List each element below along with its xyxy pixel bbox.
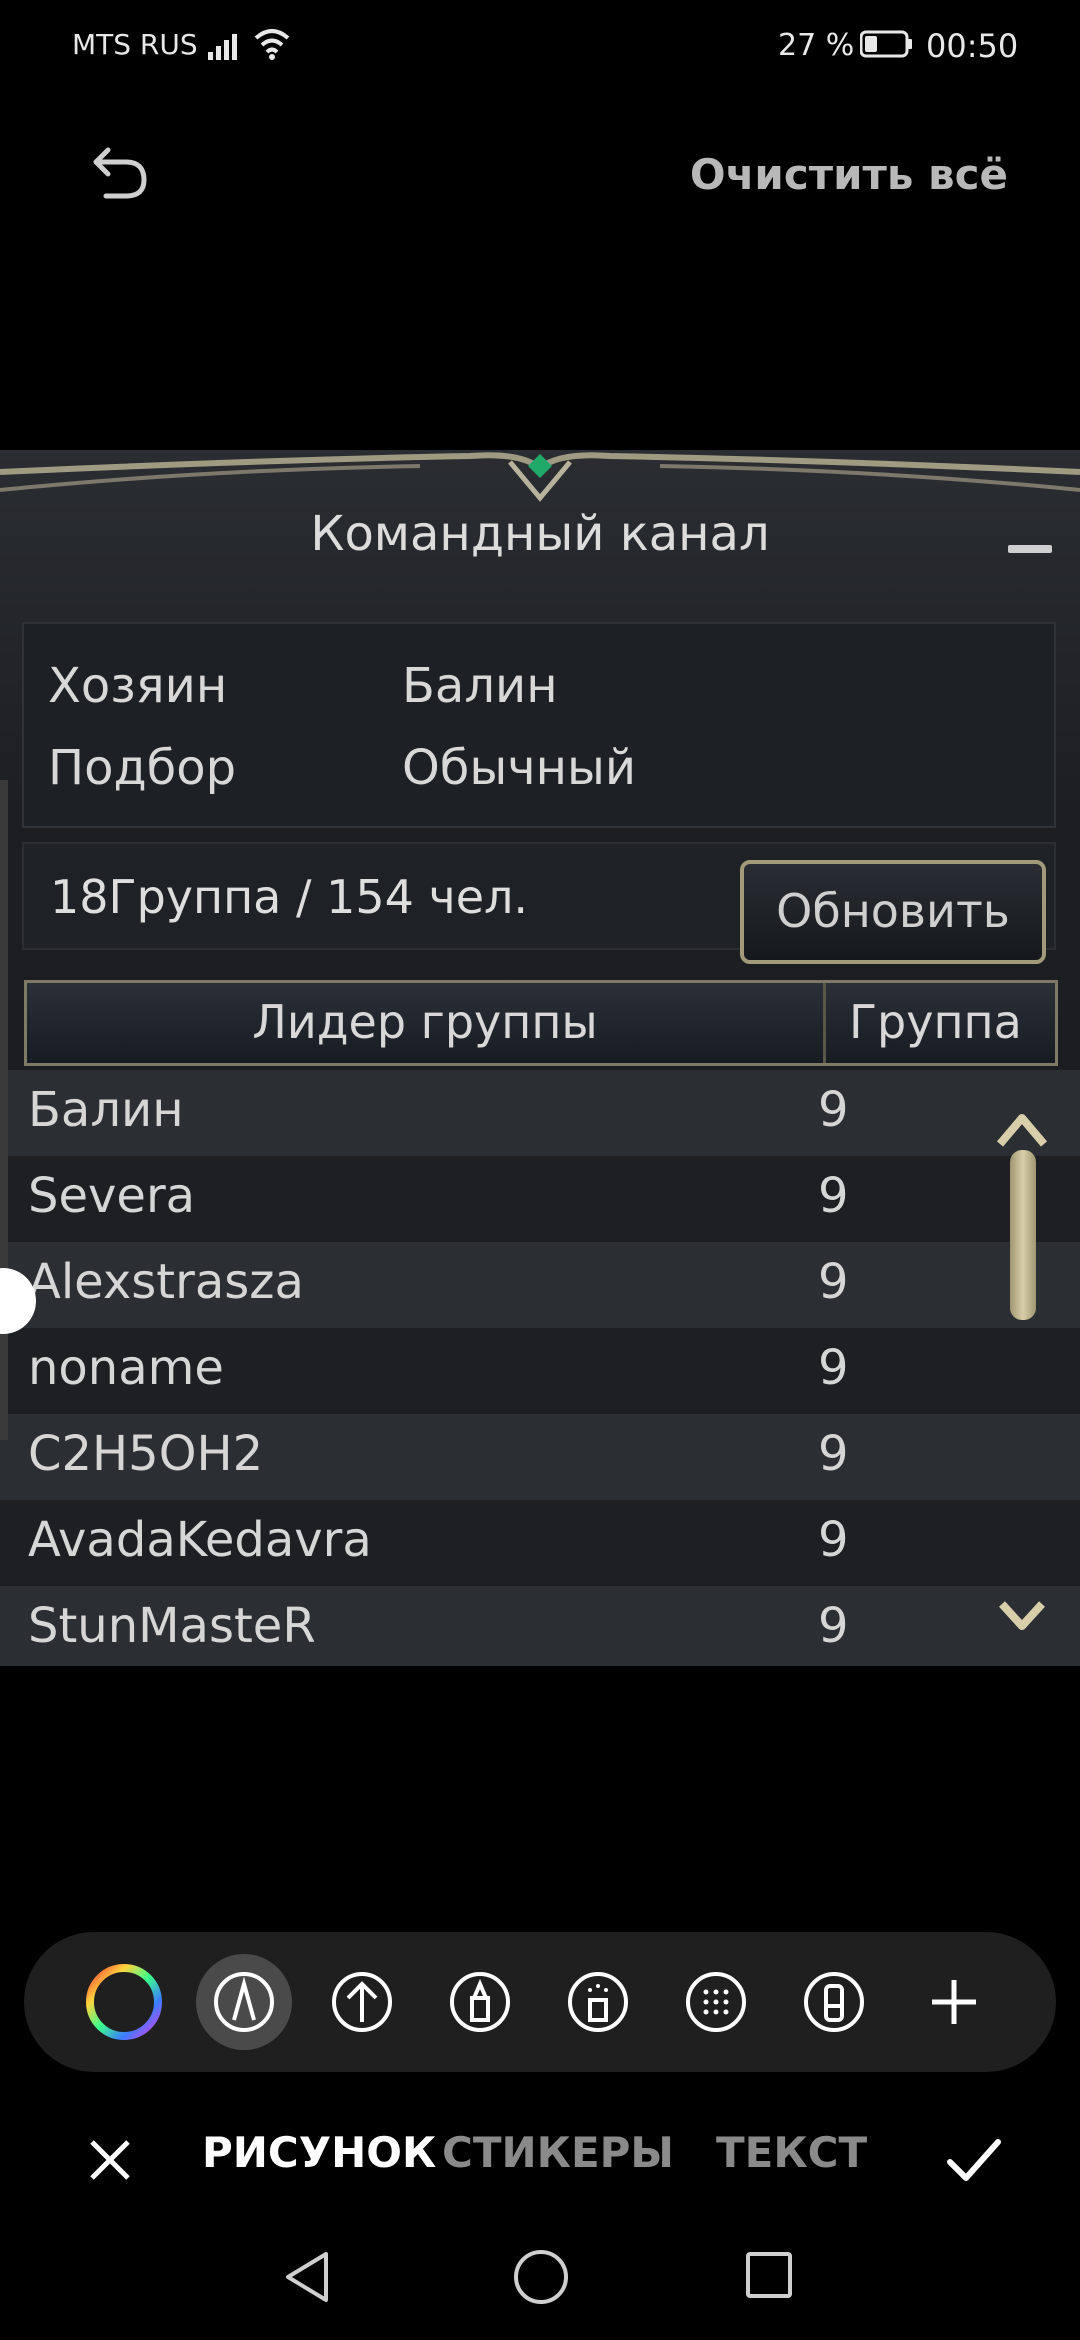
group-number: 9 [818,1254,849,1310]
checkmark-icon[interactable] [944,2134,1004,2186]
loot-value: Обычный [402,740,637,796]
channel-info-box: Хозяин Балин Подбор Обычный [22,622,1056,828]
color-wheel-icon[interactable] [76,1954,172,2050]
group-number: 9 [818,1340,849,1396]
battery-icon [860,30,912,58]
group-count-text: 18Группа / 154 чел. [50,870,529,924]
eraser-icon[interactable] [786,1954,882,2050]
carrier-name: MTS RUS [72,28,198,61]
tab-text[interactable]: ТЕКСТ [716,2128,867,2177]
owner-value: Балин [402,658,558,714]
leader-name: Severa [28,1168,196,1224]
pen-tool-active[interactable] [196,1954,292,2050]
back-icon[interactable] [282,2250,332,2304]
table-row[interactable]: noname 9 [0,1328,1080,1414]
recent-apps-icon[interactable] [746,2252,792,2298]
table-row[interactable]: Балин 9 [0,1070,1080,1156]
status-bar: MTS RUS 27 % 00:50 [0,0,1080,92]
group-number: 9 [818,1426,849,1482]
leader-name: Alexstrasza [28,1254,304,1310]
table-header: Лидер группы Группа [24,980,1058,1066]
pen-icon [214,1972,274,2032]
loot-label: Подбор [48,740,237,796]
drawing-toolbar [24,1932,1056,2072]
arrow-up-icon[interactable] [314,1954,410,2050]
refresh-button[interactable]: Обновить [740,860,1046,964]
table-row[interactable]: Alexstrasza 9 [0,1242,1080,1328]
table-row[interactable]: Severa 9 [0,1156,1080,1242]
battery-percent: 27 % [778,28,855,63]
group-number: 9 [818,1168,849,1224]
tab-stickers[interactable]: СТИКЕРЫ [442,2128,674,2177]
marker-icon[interactable] [432,1954,528,2050]
column-divider [823,983,826,1063]
home-icon[interactable] [514,2250,568,2304]
owner-label: Хозяин [48,658,228,714]
close-icon[interactable] [84,2134,136,2186]
ornament-decoration [0,452,1080,502]
minimize-button[interactable] [1008,545,1052,553]
undo-icon[interactable] [88,140,152,204]
table-row[interactable]: StunMasteR 9 [0,1586,1080,1666]
leader-name: StunMasteR [28,1598,316,1654]
plus-icon[interactable] [906,1954,1002,2050]
tab-draw[interactable]: РИСУНОК [202,2128,436,2177]
size-slider-track[interactable] [0,780,8,1440]
column-header-leader: Лидер группы [252,995,598,1049]
leader-name: AvadaKedavra [28,1512,372,1568]
scrollbar-thumb[interactable] [1010,1150,1036,1320]
leader-name: C2H5OH2 [28,1426,264,1482]
scroll-down-icon[interactable] [996,1598,1048,1632]
group-table: Балин 9 Severa 9 Alexstrasza 9 noname 9 … [0,1070,1080,1666]
scroll-up-icon[interactable] [994,1110,1050,1150]
leader-name: Балин [28,1082,184,1138]
group-number: 9 [818,1598,849,1654]
spray-icon[interactable] [550,1954,646,2050]
leader-name: noname [28,1340,224,1396]
window-title: Командный канал [310,506,770,562]
mosaic-icon[interactable] [668,1954,764,2050]
group-number: 9 [818,1082,849,1138]
screenshot-image: Командный канал Хозяин Балин Подбор Обыч… [0,450,1080,1666]
column-header-group: Группа [849,995,1022,1049]
wifi-icon [254,29,290,60]
group-number: 9 [818,1512,849,1568]
clear-all-button[interactable]: Очистить всё [690,150,1008,199]
clock: 00:50 [926,27,1019,65]
table-row[interactable]: C2H5OH2 9 [0,1414,1080,1500]
signal-icon [208,34,237,60]
table-row[interactable]: AvadaKedavra 9 [0,1500,1080,1586]
